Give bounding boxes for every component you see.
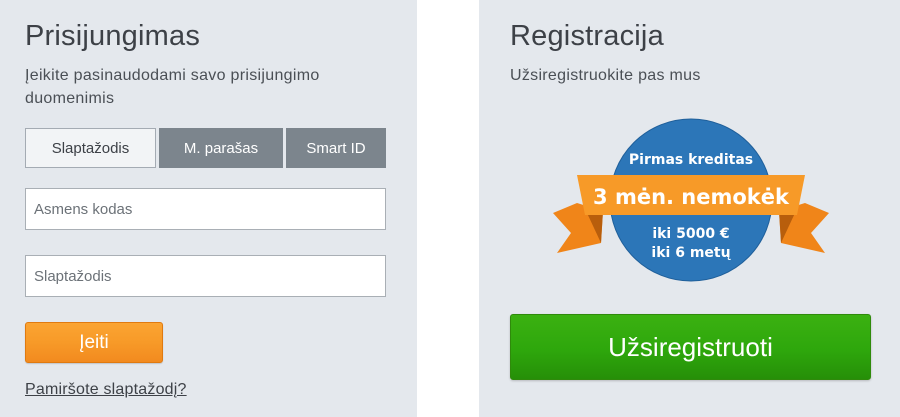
register-button[interactable]: Užsiregistruoti <box>510 314 871 380</box>
tab-smart-id[interactable]: Smart ID <box>286 128 386 168</box>
personal-code-input[interactable] <box>25 188 386 230</box>
login-subtitle: Įeikite pasinaudodami savo prisijungimo … <box>25 64 320 110</box>
promo-line3: iki 6 metų <box>651 245 731 261</box>
login-button[interactable]: Įeiti <box>25 322 163 363</box>
login-panel: Prisijungimas Įeikite pasinaudodami savo… <box>0 0 417 417</box>
password-input[interactable] <box>25 255 386 297</box>
login-subtitle-line1: Įeikite pasinaudodami savo prisijungimo <box>25 67 320 84</box>
registration-title: Registracija <box>510 20 664 52</box>
registration-subtitle: Užsiregistruokite pas mus <box>510 67 701 84</box>
forgot-password-link[interactable]: Pamiršote slaptažodį? <box>25 381 187 399</box>
login-subtitle-line2: duomenimis <box>25 90 115 107</box>
promo-ribbon-text: 3 mėn. nemokėk <box>593 185 790 209</box>
promo-badge: Pirmas kreditas 3 mėn. nemokėk iki 5000 … <box>553 118 829 282</box>
tab-e-signature[interactable]: M. parašas <box>159 128 283 168</box>
tab-password[interactable]: Slaptažodis <box>25 128 156 168</box>
login-title: Prisijungimas <box>25 20 201 52</box>
promo-line1: Pirmas kreditas <box>629 152 753 168</box>
promo-line2: iki 5000 € <box>652 226 729 242</box>
